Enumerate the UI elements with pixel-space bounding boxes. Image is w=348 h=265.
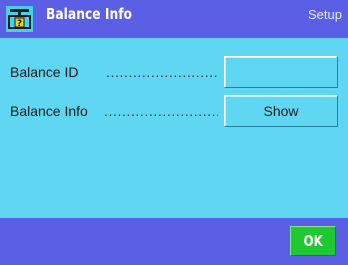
balance-id-row: Balance ID .............................… bbox=[0, 56, 348, 88]
settings-panel: Balance ID .............................… bbox=[0, 38, 348, 218]
svg-text:?: ? bbox=[17, 19, 22, 29]
show-button[interactable]: Show bbox=[224, 95, 338, 127]
balance-info-screen: ? Balance Info Setup Balance ID ........… bbox=[0, 0, 348, 265]
leader-dots: ............................... bbox=[106, 64, 218, 80]
balance-info-row: Balance Info ...........................… bbox=[0, 95, 348, 127]
ok-button[interactable]: OK bbox=[290, 226, 336, 256]
ok-button-label: OK bbox=[303, 232, 323, 250]
footer-bar: OK bbox=[0, 218, 348, 265]
mode-label: Setup bbox=[308, 7, 342, 22]
balance-info-icon: ? bbox=[6, 6, 33, 32]
leader-dots: .............................. bbox=[104, 103, 218, 119]
title-bar: ? Balance Info Setup bbox=[0, 0, 348, 38]
balance-id-button[interactable] bbox=[224, 56, 338, 88]
balance-info-label: Balance Info bbox=[10, 103, 88, 119]
page-title: Balance Info bbox=[46, 5, 133, 23]
balance-id-label: Balance ID bbox=[10, 64, 79, 80]
